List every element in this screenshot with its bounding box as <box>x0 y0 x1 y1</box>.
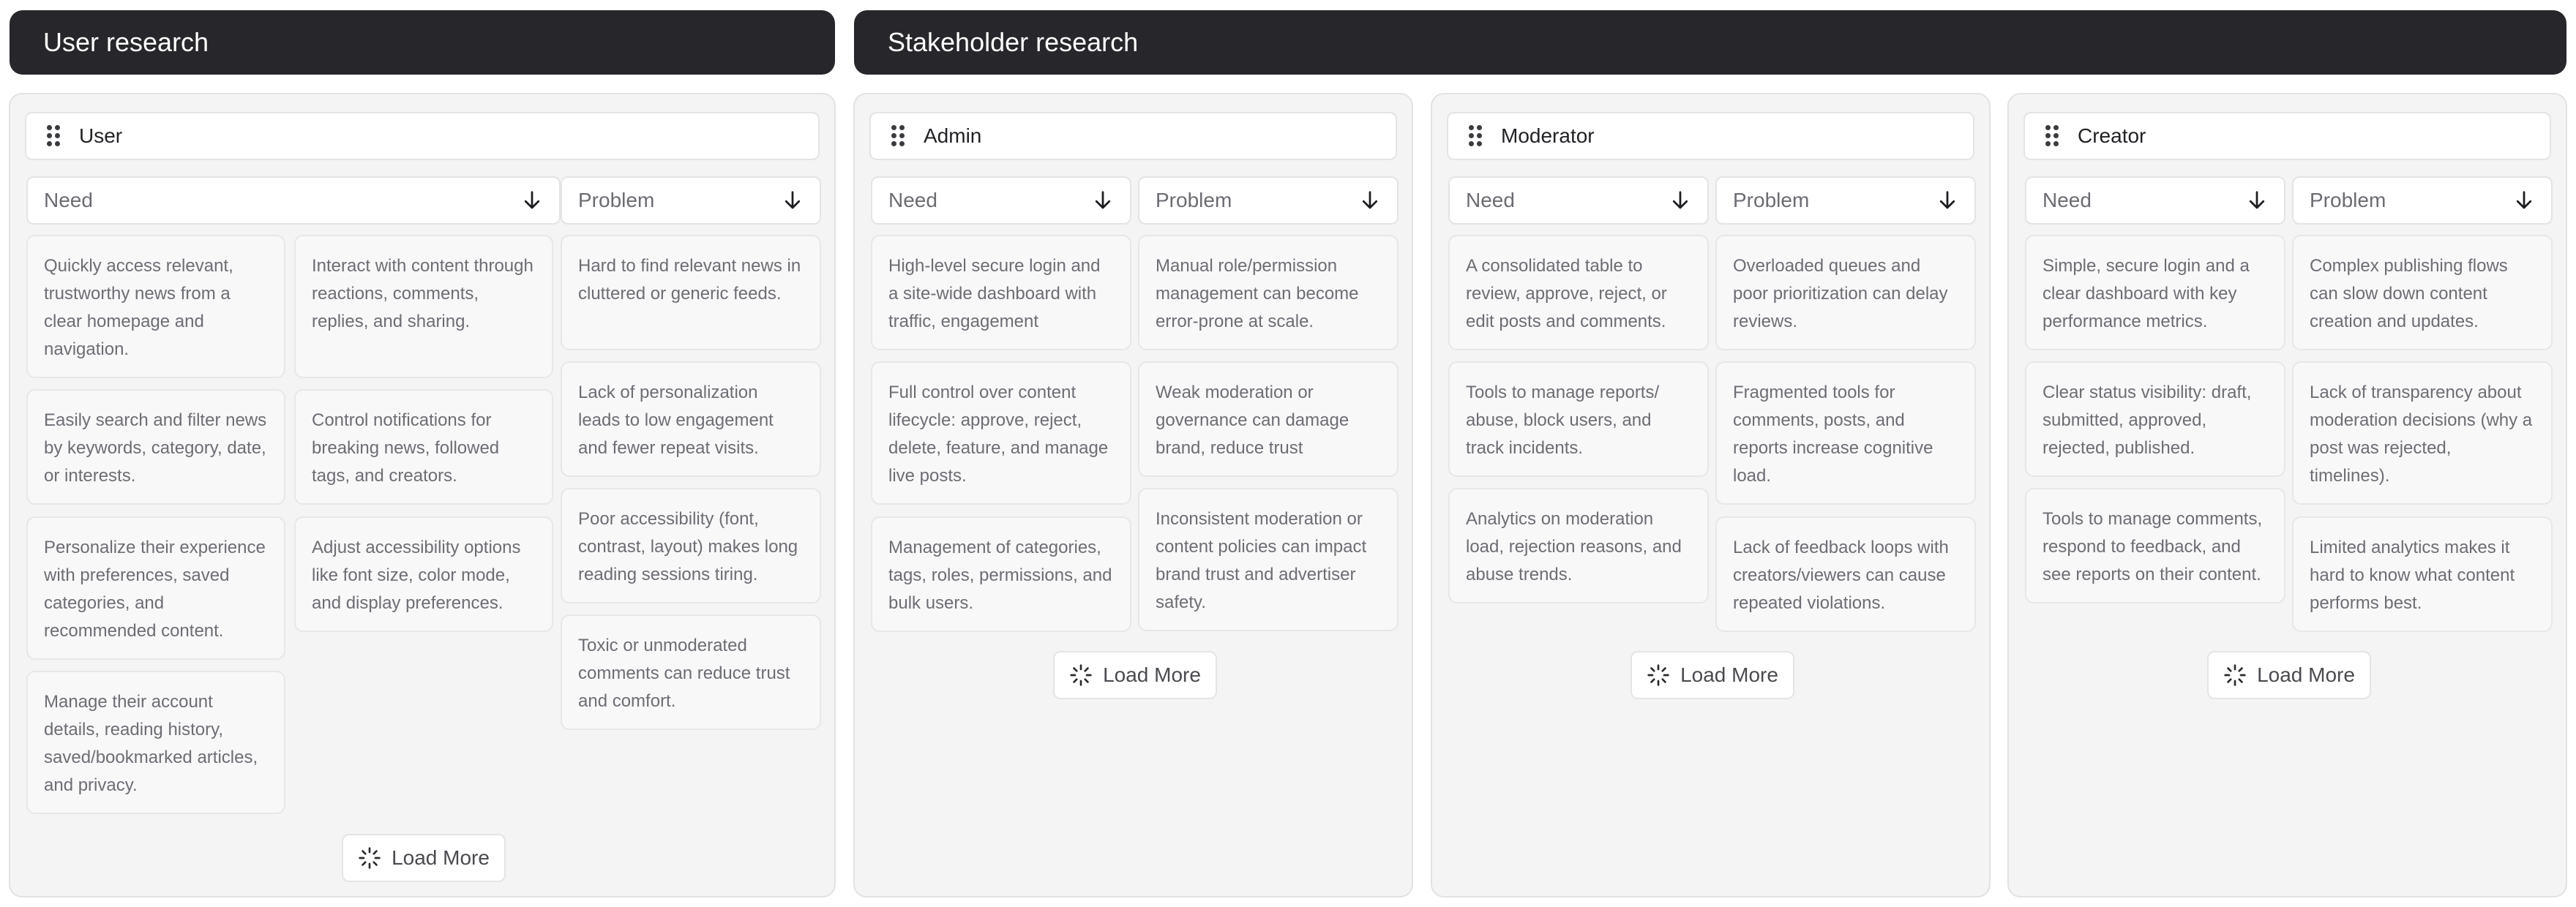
column-header-problem[interactable]: Problem <box>2292 176 2553 225</box>
loading-spinner-icon <box>2224 664 2246 686</box>
column-label: Need <box>1466 189 1515 211</box>
problem-card[interactable]: Complex publishing flows can slow down c… <box>2292 235 2553 350</box>
section-title: Stakeholder research <box>888 27 1139 57</box>
load-more-button[interactable]: Load More <box>1053 651 1217 699</box>
drag-handle-icon[interactable] <box>891 125 905 147</box>
column-header-problem[interactable]: Problem <box>1138 176 1399 225</box>
load-more-button[interactable]: Load More <box>2207 651 2371 699</box>
arrow-down-icon <box>1362 191 1378 209</box>
column-label: Problem <box>1733 189 1810 211</box>
drag-handle-icon[interactable] <box>2045 125 2059 147</box>
load-more-button[interactable]: Load More <box>1630 651 1794 699</box>
load-more-label: Load More <box>1680 663 1778 686</box>
persona-title: Creator <box>2078 124 2146 147</box>
column-header-problem[interactable]: Problem <box>1715 176 1976 225</box>
column-label: Problem <box>2310 189 2386 211</box>
persona-header-user[interactable]: User <box>25 112 820 160</box>
need-card[interactable]: Personalize their experience with prefer… <box>26 516 285 660</box>
panel-creator: Creator Need Problem Simple, secure logi… <box>2007 93 2567 897</box>
need-card[interactable]: Easily search and filter news by keyword… <box>26 389 285 505</box>
need-card[interactable]: Interact with content through reactions,… <box>294 235 553 378</box>
column-label: Problem <box>1156 189 1232 211</box>
problem-card[interactable]: Toxic or unmoderated comments can reduce… <box>561 614 821 730</box>
need-card[interactable]: A consolidated table to review, approve,… <box>1448 235 1709 350</box>
column-header-need[interactable]: Need <box>2025 176 2285 225</box>
load-more-label: Load More <box>1103 663 1201 686</box>
column-header-need[interactable]: Need <box>26 176 561 225</box>
column-header-problem[interactable]: Problem <box>561 176 821 225</box>
section-header-user-research: User research <box>10 10 835 75</box>
load-more-label: Load More <box>392 846 490 869</box>
persona-title: User <box>79 124 123 147</box>
need-card[interactable]: Full control over content lifecycle: app… <box>871 361 1131 505</box>
arrow-down-icon <box>524 191 540 209</box>
load-more-button[interactable]: Load More <box>342 834 506 882</box>
panel-user: User Need Problem Quickly access relevan… <box>9 93 836 897</box>
need-card[interactable]: Adjust accessibility options like font s… <box>294 516 553 632</box>
need-card[interactable]: Analytics on moderation load, rejection … <box>1448 488 1709 603</box>
arrow-down-icon <box>2249 191 2265 209</box>
column-label: Need <box>44 189 93 211</box>
problem-card[interactable]: Limited analytics makes it hard to know … <box>2292 516 2553 632</box>
persona-title: Admin <box>924 124 982 147</box>
section-header-stakeholder-research: Stakeholder research <box>854 10 2566 75</box>
problem-card[interactable]: Lack of feedback loops with creators/vie… <box>1715 516 1976 632</box>
arrow-down-icon <box>2516 191 2532 209</box>
loading-spinner-icon <box>359 847 381 869</box>
problem-card[interactable]: Overloaded queues and poor prioritizatio… <box>1715 235 1976 350</box>
need-card[interactable]: Tools to manage comments, respond to fee… <box>2025 488 2285 603</box>
loading-spinner-icon <box>1647 664 1669 686</box>
panel-admin: Admin Need Problem High-level secure log… <box>853 93 1413 897</box>
problem-card[interactable]: Lack of personalization leads to low eng… <box>561 361 821 477</box>
panel-moderator: Moderator Need Problem A consolidated ta… <box>1431 93 1991 897</box>
need-card[interactable]: Clear status visibility: draft, submitte… <box>2025 361 2285 477</box>
drag-handle-icon[interactable] <box>47 125 60 147</box>
load-more-label: Load More <box>2257 663 2355 686</box>
drag-handle-icon[interactable] <box>1469 125 1482 147</box>
arrow-down-icon <box>785 191 801 209</box>
need-card[interactable]: Tools to manage reports/ abuse, block us… <box>1448 361 1709 477</box>
section-title: User research <box>43 27 209 57</box>
need-card[interactable]: Manage their account details, reading hi… <box>26 671 285 814</box>
arrow-down-icon <box>1672 191 1688 209</box>
arrow-down-icon <box>1939 191 1955 209</box>
need-card[interactable]: High-level secure login and a site-wide … <box>871 235 1131 350</box>
persona-title: Moderator <box>1501 124 1595 147</box>
need-card[interactable]: Simple, secure login and a clear dashboa… <box>2025 235 2285 350</box>
loading-spinner-icon <box>1070 664 1092 686</box>
problem-card[interactable]: Lack of transparency about moderation de… <box>2292 361 2553 505</box>
persona-header-admin[interactable]: Admin <box>869 112 1397 160</box>
column-label: Problem <box>578 189 655 211</box>
need-card[interactable]: Control notifications for breaking news,… <box>294 389 553 505</box>
problem-card[interactable]: Fragmented tools for comments, posts, an… <box>1715 361 1976 505</box>
column-label: Need <box>2043 189 2092 211</box>
column-header-need[interactable]: Need <box>1448 176 1709 225</box>
problem-card[interactable]: Hard to find relevant news in cluttered … <box>561 235 821 350</box>
problem-card[interactable]: Manual role/permission management can be… <box>1138 235 1399 350</box>
problem-card[interactable]: Weak moderation or governance can damage… <box>1138 361 1399 477</box>
arrow-down-icon <box>1095 191 1111 209</box>
column-label: Need <box>888 189 937 211</box>
problem-card[interactable]: Poor accessibility (font, contrast, layo… <box>561 488 821 603</box>
column-header-need[interactable]: Need <box>871 176 1131 225</box>
need-card[interactable]: Quickly access relevant, trustworthy new… <box>26 235 285 378</box>
problem-card[interactable]: Inconsistent moderation or content polic… <box>1138 488 1399 631</box>
need-card[interactable]: Management of categories, tags, roles, p… <box>871 516 1131 632</box>
persona-header-moderator[interactable]: Moderator <box>1447 112 1974 160</box>
persona-header-creator[interactable]: Creator <box>2023 112 2551 160</box>
